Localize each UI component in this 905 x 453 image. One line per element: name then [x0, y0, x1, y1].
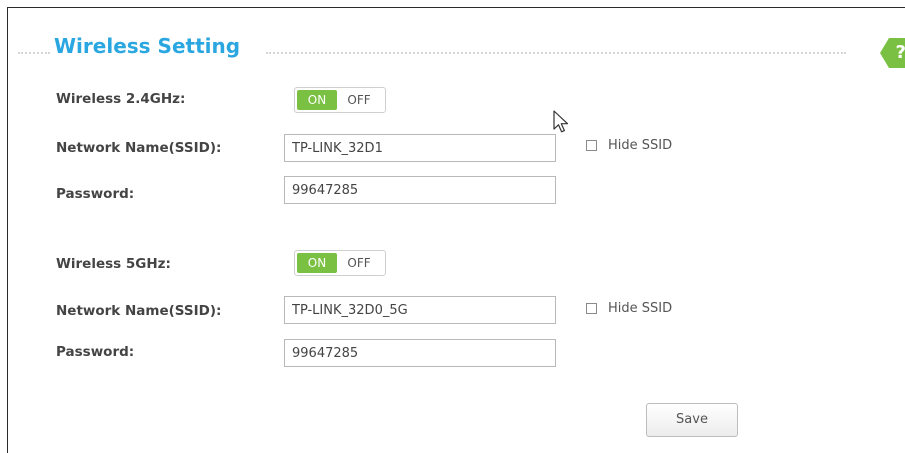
ssid-5ghz-input[interactable]: [284, 296, 556, 324]
password-5ghz-input[interactable]: [284, 339, 556, 367]
hide-ssid-5ghz-option[interactable]: Hide SSID: [586, 301, 672, 316]
wireless-5ghz-label: Wireless 5GHz:: [56, 256, 171, 272]
help-icon[interactable]: ?: [880, 38, 905, 68]
ssid-24ghz-input[interactable]: [284, 134, 556, 162]
section-title: Wireless Setting: [54, 34, 241, 58]
password-5ghz-label: Password:: [56, 344, 135, 360]
save-button[interactable]: Save: [646, 403, 738, 437]
wireless-5ghz-toggle-off[interactable]: OFF: [337, 253, 381, 273]
password-24ghz-label: Password:: [56, 186, 135, 202]
mouse-pointer-icon: [553, 110, 569, 133]
wireless-24ghz-toggle-on[interactable]: ON: [297, 90, 337, 110]
hide-ssid-24ghz-option[interactable]: Hide SSID: [586, 138, 672, 153]
wireless-5ghz-toggle-on[interactable]: ON: [297, 253, 337, 273]
header-divider-right: [266, 52, 846, 54]
wireless-24ghz-label: Wireless 2.4GHz:: [56, 91, 186, 107]
header-divider-left: [18, 52, 50, 54]
ssid-5ghz-label: Network Name(SSID):: [56, 303, 222, 319]
wireless-5ghz-toggle[interactable]: ON OFF: [294, 250, 386, 276]
wireless-24ghz-toggle[interactable]: ON OFF: [294, 87, 386, 113]
hide-ssid-5ghz-label: Hide SSID: [608, 301, 673, 316]
hide-ssid-24ghz-checkbox[interactable]: [586, 140, 597, 151]
section-header: Wireless Setting: [8, 32, 868, 62]
ssid-24ghz-label: Network Name(SSID):: [56, 140, 222, 156]
wireless-24ghz-toggle-off[interactable]: OFF: [337, 90, 381, 110]
hide-ssid-24ghz-label: Hide SSID: [608, 138, 673, 153]
hide-ssid-5ghz-checkbox[interactable]: [586, 303, 597, 314]
wireless-setting-panel: Wireless Setting ? Wireless 2.4GHz: ON O…: [7, 7, 905, 453]
password-24ghz-input[interactable]: [284, 176, 556, 204]
